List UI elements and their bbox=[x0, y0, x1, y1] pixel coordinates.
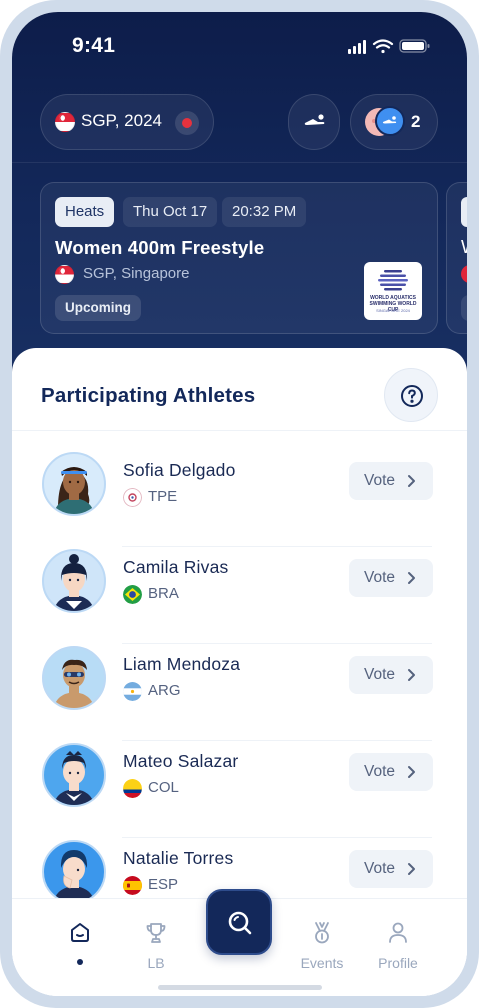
logo-subtext: SINGAPORE 2024 bbox=[376, 308, 410, 313]
athlete-name: Sofia Delgado bbox=[123, 460, 236, 480]
event-location: SGP, Singapore bbox=[83, 265, 190, 282]
next-event-card[interactable]: W bbox=[446, 182, 467, 334]
vote-label: Vote bbox=[364, 569, 396, 586]
athlete-name: Mateo Salazar bbox=[123, 751, 239, 771]
date-chip: Thu Oct 17 bbox=[123, 197, 218, 227]
country-code: ESP bbox=[148, 876, 179, 893]
event-title: W bbox=[461, 237, 467, 258]
status-time: 9:41 bbox=[72, 34, 116, 57]
bra-flag-icon bbox=[123, 585, 142, 604]
singapore-flag-icon bbox=[55, 112, 75, 132]
swim-mode-button[interactable] bbox=[288, 94, 340, 150]
battery-icon bbox=[399, 39, 430, 53]
sheet-title: Participating Athletes bbox=[41, 384, 256, 407]
help-button[interactable] bbox=[384, 368, 438, 422]
athlete-avatar bbox=[42, 646, 106, 710]
participants-button[interactable]: 2 bbox=[350, 94, 438, 150]
athlete-row[interactable]: Liam Mendoza ARG Vote bbox=[42, 644, 436, 741]
vote-button[interactable]: Vote bbox=[349, 850, 433, 888]
chevron-right-icon bbox=[408, 572, 415, 584]
search-button[interactable] bbox=[206, 889, 272, 955]
tab-profile[interactable]: Profile bbox=[366, 913, 430, 973]
vote-button[interactable]: Vote bbox=[349, 753, 433, 791]
chevron-right-icon bbox=[408, 475, 415, 487]
medal-icon bbox=[315, 922, 329, 944]
country-code: COL bbox=[148, 779, 179, 796]
flag-icon bbox=[461, 265, 467, 283]
active-tab-indicator bbox=[77, 959, 83, 965]
singapore-flag-icon bbox=[55, 265, 74, 284]
header-panel: 9:41 SGP, 2024 2 Heats Thu Oct 17 20:32 … bbox=[12, 12, 467, 372]
country-code: BRA bbox=[148, 585, 179, 602]
signal-icon bbox=[348, 40, 366, 54]
vote-label: Vote bbox=[364, 666, 396, 683]
tab-events[interactable]: Events bbox=[290, 913, 354, 973]
sheet-divider bbox=[12, 430, 467, 431]
country-code: TPE bbox=[148, 488, 178, 505]
trophy-icon bbox=[146, 923, 166, 943]
athlete-avatar bbox=[42, 452, 106, 516]
user-icon bbox=[389, 922, 407, 943]
tab-label: LB bbox=[147, 955, 165, 971]
chevron-right-icon bbox=[408, 863, 415, 875]
vote-button[interactable]: Vote bbox=[349, 462, 433, 500]
app-screen: 9:41 SGP, 2024 2 Heats Thu Oct 17 20:32 … bbox=[12, 12, 467, 996]
time-chip: 20:32 PM bbox=[222, 197, 307, 227]
col-flag-icon bbox=[123, 779, 142, 798]
wifi-icon bbox=[372, 39, 394, 54]
athlete-row[interactable]: Camila Rivas BRA Vote bbox=[42, 547, 436, 644]
tab-home[interactable] bbox=[48, 913, 112, 973]
tab-label: Events bbox=[300, 955, 344, 971]
round-chip: Heats bbox=[55, 197, 115, 227]
vote-label: Vote bbox=[364, 860, 396, 877]
country-code: ARG bbox=[148, 682, 181, 699]
athlete-name: Liam Mendoza bbox=[123, 654, 241, 674]
esp-flag-icon bbox=[123, 876, 142, 895]
question-icon bbox=[401, 385, 423, 407]
swimmer-icon bbox=[382, 116, 397, 124]
chevron-right-icon bbox=[408, 669, 415, 681]
athlete-row[interactable]: Mateo Salazar COL Vote bbox=[42, 741, 436, 838]
status-icons bbox=[348, 39, 430, 54]
home-indicator bbox=[158, 985, 322, 990]
athlete-name: Camila Rivas bbox=[123, 557, 229, 577]
athlete-name: Natalie Torres bbox=[123, 848, 234, 868]
arg-flag-icon bbox=[123, 682, 142, 701]
vote-button[interactable]: Vote bbox=[349, 559, 433, 597]
participants-count: 2 bbox=[411, 112, 421, 131]
athlete-avatar bbox=[42, 549, 106, 613]
location-label: SGP, 2024 bbox=[81, 111, 162, 130]
logo-mark bbox=[378, 270, 408, 291]
tab-label: Profile bbox=[378, 955, 418, 971]
record-icon bbox=[175, 111, 199, 135]
athlete-avatar bbox=[42, 743, 106, 807]
swimmer-avatar bbox=[375, 106, 405, 136]
device-frame: 9:41 SGP, 2024 2 Heats Thu Oct 17 20:32 … bbox=[0, 0, 479, 1008]
location-selector[interactable]: SGP, 2024 bbox=[40, 94, 214, 150]
vote-label: Vote bbox=[364, 472, 396, 489]
athlete-row[interactable]: Sofia Delgado TPE Vote bbox=[42, 450, 436, 547]
chevron-right-icon bbox=[408, 766, 415, 778]
swimmer-icon bbox=[304, 114, 325, 125]
home-icon bbox=[71, 923, 89, 942]
vote-button[interactable]: Vote bbox=[349, 656, 433, 694]
event-title: Women 400m Freestyle bbox=[55, 237, 265, 258]
vote-label: Vote bbox=[364, 763, 396, 780]
tpe-flag-icon bbox=[123, 488, 142, 507]
status-badge: Upcoming bbox=[55, 295, 141, 321]
round-chip bbox=[461, 197, 467, 227]
status-badge bbox=[461, 295, 467, 321]
header-divider bbox=[12, 162, 467, 163]
event-card[interactable]: Heats Thu Oct 17 20:32 PM Women 400m Fre… bbox=[40, 182, 438, 334]
athlete-avatar bbox=[42, 840, 106, 904]
tab-leaderboard[interactable]: LB bbox=[124, 913, 188, 973]
bottom-tab-bar: LB Events Profile bbox=[12, 889, 467, 996]
search-icon bbox=[228, 911, 252, 935]
event-logo: WORLD AQUATICS SWIMMING WORLD CUP SINGAP… bbox=[364, 262, 422, 320]
